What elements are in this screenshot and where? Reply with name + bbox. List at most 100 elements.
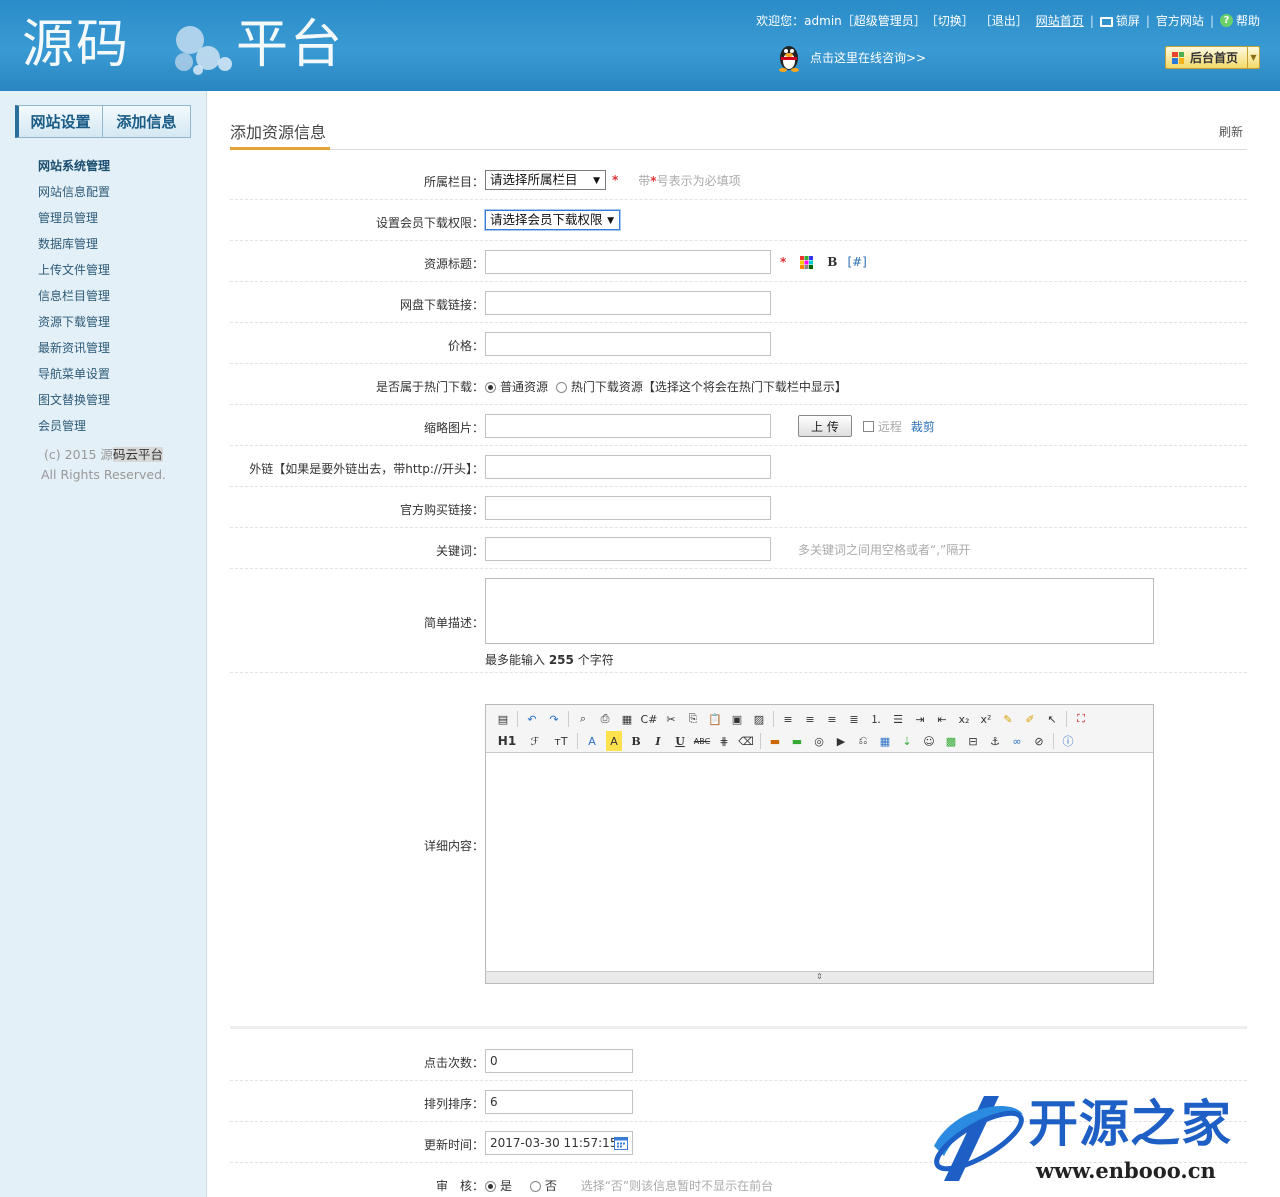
chevron-down-icon[interactable]: ▼ — [1247, 47, 1259, 68]
heading-dropdown[interactable]: H1 — [492, 731, 522, 751]
link-icon[interactable]: ∞ — [1006, 731, 1028, 751]
superscript-icon[interactable]: x² — [975, 709, 997, 729]
code-icon[interactable]: C# — [638, 709, 660, 729]
description-textarea[interactable] — [485, 578, 1154, 644]
table-icon[interactable]: ▦ — [874, 731, 896, 751]
multi-image-icon[interactable]: ▬ — [786, 731, 808, 751]
radio-hot[interactable] — [555, 382, 567, 393]
tab-add-info[interactable]: 添加信息 — [103, 105, 191, 138]
template-icon[interactable]: ▦ — [616, 709, 638, 729]
fullscreen-icon[interactable]: ⛶ — [1070, 709, 1092, 729]
font-family-dropdown[interactable]: ℱ — [522, 731, 548, 751]
underline-icon[interactable]: U — [669, 731, 691, 751]
about-icon[interactable]: ⓘ — [1057, 731, 1079, 751]
select-all-icon[interactable]: ↖ — [1041, 709, 1063, 729]
line-height-icon[interactable]: ⋕ — [713, 731, 735, 751]
editor-content-area[interactable] — [486, 753, 1153, 971]
align-justify-icon[interactable]: ≣ — [843, 709, 865, 729]
official-site-link[interactable]: 官方网站 — [1156, 12, 1204, 29]
font-size-dropdown[interactable]: тT — [548, 731, 574, 751]
indent-icon[interactable]: ⇥ — [909, 709, 931, 729]
outdent-icon[interactable]: ⇤ — [931, 709, 953, 729]
category-select[interactable]: 请选择所属栏目 ▼ — [485, 170, 606, 190]
crop-link[interactable]: 裁剪 — [911, 418, 935, 435]
media-icon[interactable]: ▶ — [830, 731, 852, 751]
online-consult[interactable]: 点击这里在线咨询>> — [776, 42, 926, 72]
anchor-icon[interactable]: ⚓ — [984, 731, 1006, 751]
sidebar-item-uploads[interactable]: 上传文件管理 — [38, 257, 110, 283]
font-color-icon[interactable]: A — [581, 731, 603, 751]
bold-icon[interactable]: B — [625, 731, 647, 751]
quick-format-icon[interactable]: ✐ — [1019, 709, 1041, 729]
sidebar-item-nav-menu[interactable]: 导航菜单设置 — [38, 361, 110, 387]
help-link[interactable]: 帮助 — [1236, 12, 1260, 29]
thumbnail-input[interactable] — [485, 414, 771, 438]
price-input[interactable] — [485, 332, 771, 356]
sidebar-item-news[interactable]: 最新资讯管理 — [38, 335, 110, 361]
paste-icon[interactable]: 📋 — [704, 709, 726, 729]
refresh-link[interactable]: 刷新 — [1219, 123, 1243, 140]
sidebar-item-site-config[interactable]: 网站信息配置 — [38, 179, 110, 205]
clicks-input[interactable]: 0 — [485, 1049, 633, 1073]
redo-icon[interactable]: ↷ — [543, 709, 565, 729]
highlight-color-icon[interactable]: A — [606, 731, 622, 751]
eraser-icon[interactable]: ⌫ — [735, 731, 757, 751]
admin-home-button[interactable]: 后台首页 ▼ — [1165, 46, 1260, 69]
strikethrough-icon[interactable]: ABC — [691, 731, 713, 751]
audit-no-radio[interactable] — [529, 1181, 541, 1192]
align-left-icon[interactable]: ≡ — [777, 709, 799, 729]
sidebar-item-categories[interactable]: 信息栏目管理 — [38, 283, 110, 309]
unlink-icon[interactable]: ⊘ — [1028, 731, 1050, 751]
copy-icon[interactable]: ⎘ — [682, 709, 704, 729]
print-icon[interactable]: ⎙ — [594, 709, 616, 729]
remote-checkbox[interactable] — [862, 420, 874, 432]
sidebar-item-replace[interactable]: 图文替换管理 — [38, 387, 110, 413]
permission-select[interactable]: 请选择会员下载权限 ▼ — [485, 210, 620, 230]
page-break-icon[interactable]: ⊟ — [962, 731, 984, 751]
unordered-list-icon[interactable]: ☰ — [887, 709, 909, 729]
paste-text-icon[interactable]: ▣ — [726, 709, 748, 729]
sidebar-item-downloads[interactable]: 资源下载管理 — [38, 309, 110, 335]
preview-icon[interactable]: ⌕ — [572, 709, 594, 729]
italic-icon[interactable]: I — [647, 731, 669, 751]
sidebar-item-database[interactable]: 数据库管理 — [38, 231, 110, 257]
radio-normal[interactable] — [485, 382, 496, 393]
editor-resize-handle[interactable]: ⇕ — [486, 971, 1153, 983]
upload-button[interactable]: 上 传 — [798, 415, 852, 437]
logout-link[interactable]: ［退出］ — [980, 12, 1028, 29]
color-palette-icon[interactable] — [800, 255, 814, 269]
site-home-link[interactable]: 网站首页 — [1036, 12, 1084, 29]
align-right-icon[interactable]: ≡ — [821, 709, 843, 729]
ordered-list-icon[interactable]: ⒈ — [865, 709, 887, 729]
tab-site-settings[interactable]: 网站设置 — [15, 105, 103, 138]
calendar-icon[interactable] — [614, 1137, 628, 1150]
lock-screen-link[interactable]: 锁屏 — [1116, 12, 1140, 29]
source-icon[interactable]: ▤ — [492, 709, 514, 729]
order-input[interactable]: 6 — [485, 1090, 633, 1114]
cut-icon[interactable]: ✂ — [660, 709, 682, 729]
resource-title-input[interactable] — [485, 250, 771, 274]
insert-row-icon[interactable]: ⇣ — [896, 731, 918, 751]
paste-word-icon[interactable]: ▨ — [748, 709, 770, 729]
clear-format-icon[interactable]: ✎ — [997, 709, 1019, 729]
photo-icon[interactable]: ▩ — [940, 731, 962, 751]
subscript-icon[interactable]: x₂ — [953, 709, 975, 729]
flash-icon[interactable]: ◎ — [808, 731, 830, 751]
bold-toggle[interactable]: B — [827, 255, 837, 269]
keywords-input[interactable] — [485, 537, 771, 561]
audit-yes-radio[interactable] — [485, 1181, 496, 1192]
sidebar-item-system[interactable]: 网站系统管理 — [38, 153, 110, 179]
external-link-input[interactable] — [485, 455, 771, 479]
sidebar-item-admins[interactable]: 管理员管理 — [38, 205, 110, 231]
switch-link[interactable]: ［切换］ — [926, 12, 974, 29]
buy-link-input[interactable] — [485, 496, 771, 520]
sidebar-item-members[interactable]: 会员管理 — [38, 413, 110, 439]
netdisk-input[interactable] — [485, 291, 771, 315]
hash-link[interactable]: [#] — [847, 255, 866, 269]
update-time-input[interactable]: 2017-03-30 11:57:15 — [485, 1131, 633, 1155]
attachment-icon[interactable]: ⎌ — [852, 731, 874, 751]
align-center-icon[interactable]: ≡ — [799, 709, 821, 729]
undo-icon[interactable]: ↶ — [521, 709, 543, 729]
image-icon[interactable]: ▬ — [764, 731, 786, 751]
emoticon-icon[interactable]: ☺ — [918, 731, 940, 751]
